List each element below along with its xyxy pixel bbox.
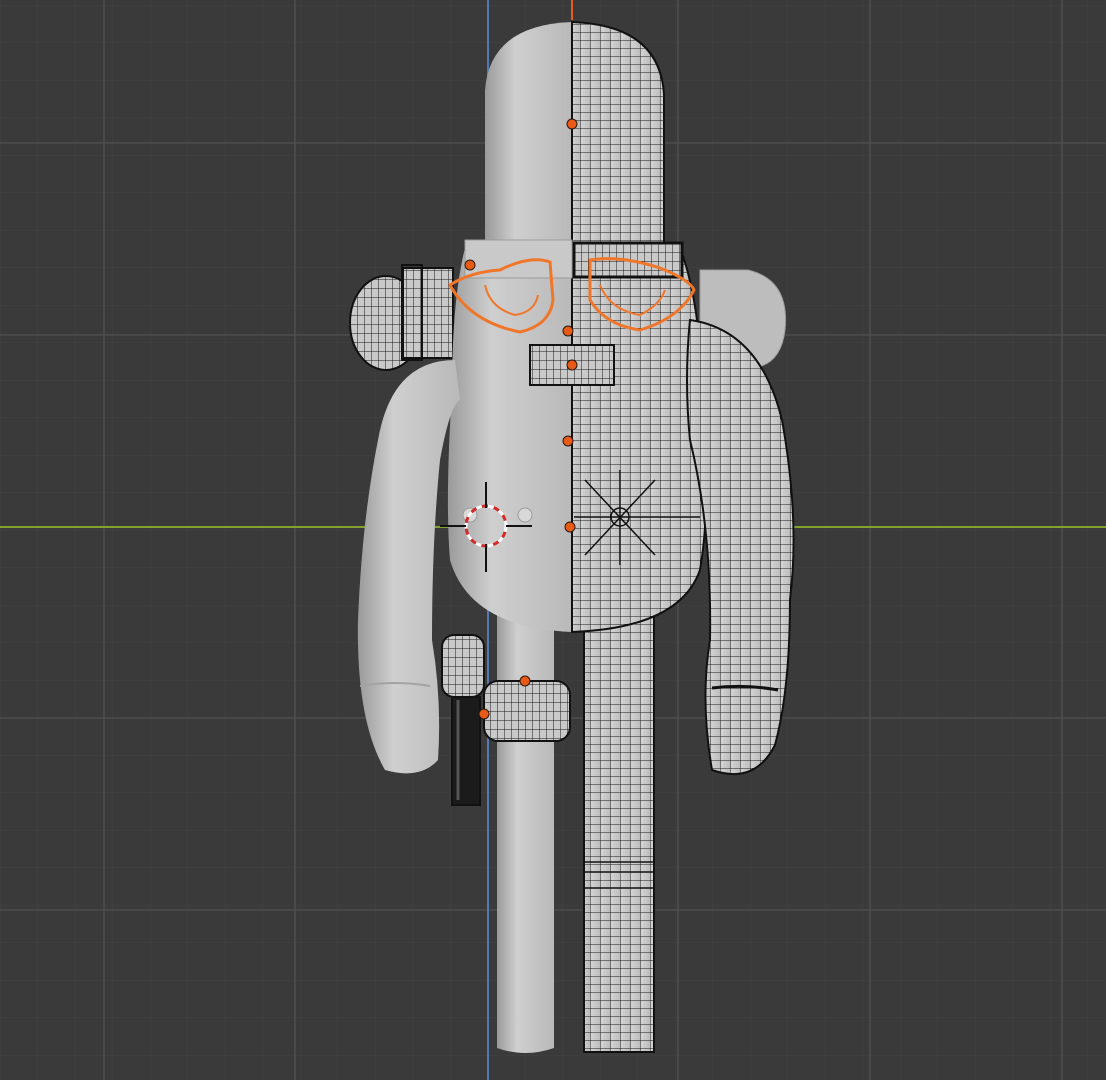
leg-right-wire[interactable] xyxy=(583,599,655,1053)
3d-viewport[interactable] xyxy=(0,0,1106,1080)
belly-bump-right xyxy=(517,507,533,523)
head-wire[interactable] xyxy=(571,20,665,251)
head-solid[interactable] xyxy=(485,22,572,250)
viewport-canvas[interactable] xyxy=(0,0,1106,1080)
leg-left-solid[interactable] xyxy=(497,600,554,1053)
belt-ring[interactable] xyxy=(483,680,571,742)
